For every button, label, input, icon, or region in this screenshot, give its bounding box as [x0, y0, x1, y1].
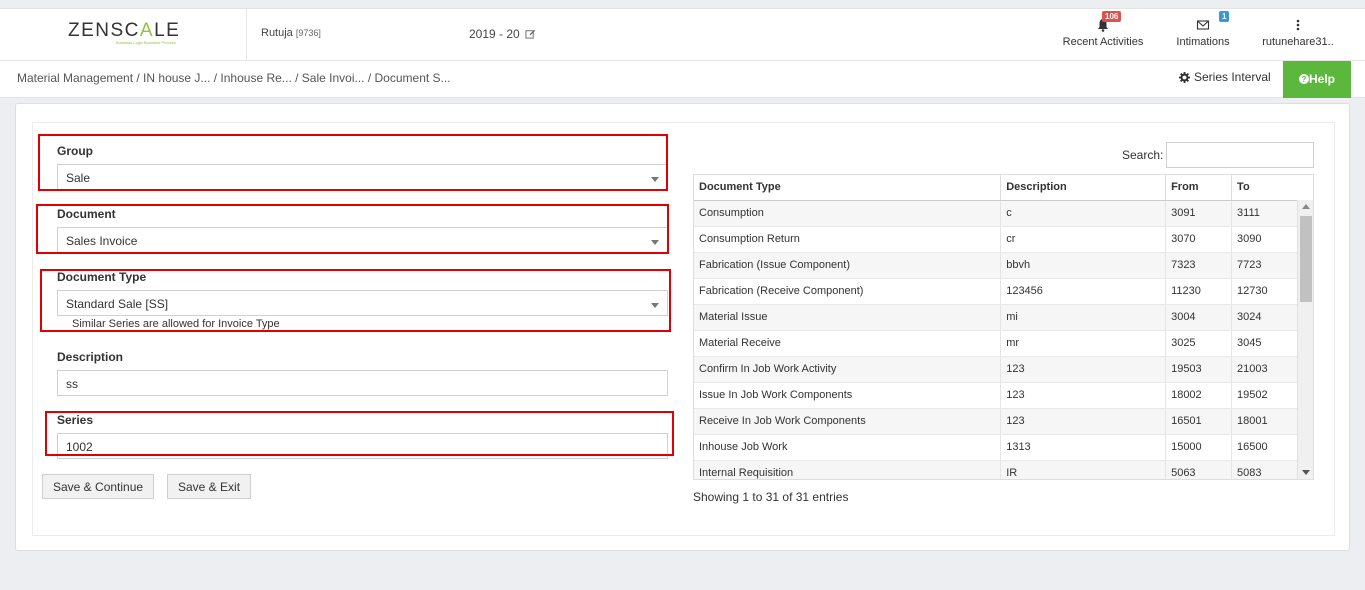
cell-from: 3004: [1165, 304, 1233, 331]
cell-description: IR: [1000, 460, 1167, 479]
cell-from: 18002: [1165, 382, 1233, 409]
top-header: ZENSCALE Business Logic Business Process…: [0, 8, 1365, 61]
table-row[interactable]: Issue In Job Work Components 123 18002 1950…: [694, 382, 1313, 409]
search-label: Search:: [1122, 148, 1164, 162]
table-row[interactable]: Material Issue mi 3004 3024: [694, 304, 1313, 331]
column-header-document-type[interactable]: Document Type: [694, 175, 1002, 201]
cell-document-type: Receive In Job Work Components: [694, 408, 1002, 435]
cell-description: 123: [1000, 356, 1167, 383]
help-label: Help: [1308, 72, 1335, 86]
cell-description: 123: [1000, 408, 1167, 435]
cell-document-type: Consumption Return: [694, 226, 1002, 253]
save-continue-button[interactable]: Save & Continue: [42, 474, 155, 499]
cell-from: 3091: [1165, 200, 1233, 227]
account-name: rutunehare31..: [1262, 36, 1334, 48]
table-row[interactable]: Fabrication (Issue Component) bbvh 7323 772…: [694, 252, 1313, 279]
cell-description: 123456: [1000, 278, 1167, 305]
highlight-group: [38, 134, 668, 191]
recent-activities-button[interactable]: 106 Recent Activities: [1060, 9, 1146, 61]
cell-document-type: Inhouse Job Work: [694, 434, 1002, 461]
envelope-icon: [1196, 20, 1210, 30]
cell-document-type: Fabrication (Issue Component): [694, 252, 1002, 279]
table-row[interactable]: Fabrication (Receive Component) 123456 112…: [694, 278, 1313, 305]
cell-document-type: Material Receive: [694, 330, 1002, 357]
logo[interactable]: ZENSCALE Business Logic Business Process: [0, 9, 247, 61]
series-interval-button[interactable]: Series Interval: [1179, 70, 1271, 84]
cell-description: cr: [1000, 226, 1167, 253]
cell-description: mr: [1000, 330, 1167, 357]
cell-document-type: Confirm In Job Work Activity: [694, 356, 1002, 383]
user-name: Rutuja [9736]: [261, 27, 321, 39]
svg-text:?: ?: [1302, 75, 1307, 84]
fiscal-year[interactable]: 2019 - 20: [469, 27, 536, 41]
cell-document-type: Issue In Job Work Components: [694, 382, 1002, 409]
recent-activities-label: Recent Activities: [1062, 36, 1144, 48]
user-id: [9736]: [295, 28, 321, 38]
description-label: Description: [57, 350, 124, 364]
cell-from: 15000: [1165, 434, 1233, 461]
save-exit-button[interactable]: Save & Exit: [167, 474, 252, 499]
cell-document-type: Material Issue: [694, 304, 1002, 331]
search-input[interactable]: [1166, 142, 1314, 168]
table-scrollbar[interactable]: [1297, 200, 1313, 479]
breadcrumb[interactable]: Material Management / IN house J... / In…: [17, 71, 451, 85]
recent-activities-badge: 106: [1102, 11, 1122, 22]
cell-description: bbvh: [1000, 252, 1167, 279]
cell-document-type: Consumption: [694, 200, 1002, 227]
account-menu[interactable]: rutunehare31..: [1258, 9, 1338, 61]
cell-from: 16501: [1165, 408, 1233, 435]
cell-from: 3025: [1165, 330, 1233, 357]
logo-text: ZENSCALE: [68, 20, 181, 41]
table-row[interactable]: Internal Requisition IR 5063 5083: [694, 460, 1313, 479]
breadcrumb-bar: Material Management / IN house J... / In…: [0, 61, 1365, 98]
scroll-down-icon[interactable]: [1302, 470, 1310, 475]
cell-description: 123: [1000, 382, 1167, 409]
cell-description: c: [1000, 200, 1167, 227]
gear-icon: [1179, 72, 1190, 83]
cell-document-type: Fabrication (Receive Component): [694, 278, 1002, 305]
intimations-badge: 1: [1219, 11, 1230, 22]
kebab-menu-icon: [1296, 19, 1300, 31]
table-entries-info: Showing 1 to 31 of 31 entries: [693, 490, 849, 504]
edit-icon[interactable]: [525, 28, 536, 39]
help-button[interactable]: ? Help: [1283, 61, 1351, 98]
cell-from: 7323: [1165, 252, 1233, 279]
cell-from: 11230: [1165, 278, 1233, 305]
question-icon: ?: [1298, 74, 1309, 84]
cell-document-type: Internal Requisition: [694, 460, 1002, 479]
scroll-thumb[interactable]: [1300, 216, 1312, 302]
cell-from: 19503: [1165, 356, 1233, 383]
intimations-button[interactable]: 1 Intimations: [1172, 9, 1234, 61]
table-header-row: Document Type Description From To: [694, 175, 1313, 201]
table-row[interactable]: Consumption c 3091 3111: [694, 200, 1313, 227]
table-row[interactable]: Material Receive mr 3025 3045: [694, 330, 1313, 357]
column-header-to[interactable]: To: [1231, 175, 1313, 201]
highlight-document-type: [40, 269, 671, 332]
series-interval-label: Series Interval: [1194, 70, 1271, 84]
table-row[interactable]: Consumption Return cr 3070 3090: [694, 226, 1313, 253]
table-row[interactable]: Receive In Job Work Components 123 16501 18…: [694, 408, 1313, 435]
column-header-from[interactable]: From: [1165, 175, 1233, 201]
cell-from: 3070: [1165, 226, 1233, 253]
highlight-series: [45, 411, 674, 456]
scroll-up-icon[interactable]: [1302, 204, 1310, 209]
description-input[interactable]: ss: [57, 370, 668, 396]
cell-description: 1313: [1000, 434, 1167, 461]
logo-tagline: Business Logic Business Process: [116, 40, 176, 45]
cell-description: mi: [1000, 304, 1167, 331]
cell-from: 5063: [1165, 460, 1233, 479]
intimations-label: Intimations: [1176, 36, 1230, 48]
table-row[interactable]: Inhouse Job Work 1313 15000 16500: [694, 434, 1313, 461]
highlight-document: [36, 204, 669, 254]
table-row[interactable]: Confirm In Job Work Activity 123 19503 2100…: [694, 356, 1313, 383]
document-series-table: Document Type Description From To Consum…: [693, 174, 1314, 480]
column-header-description[interactable]: Description: [1000, 175, 1167, 201]
